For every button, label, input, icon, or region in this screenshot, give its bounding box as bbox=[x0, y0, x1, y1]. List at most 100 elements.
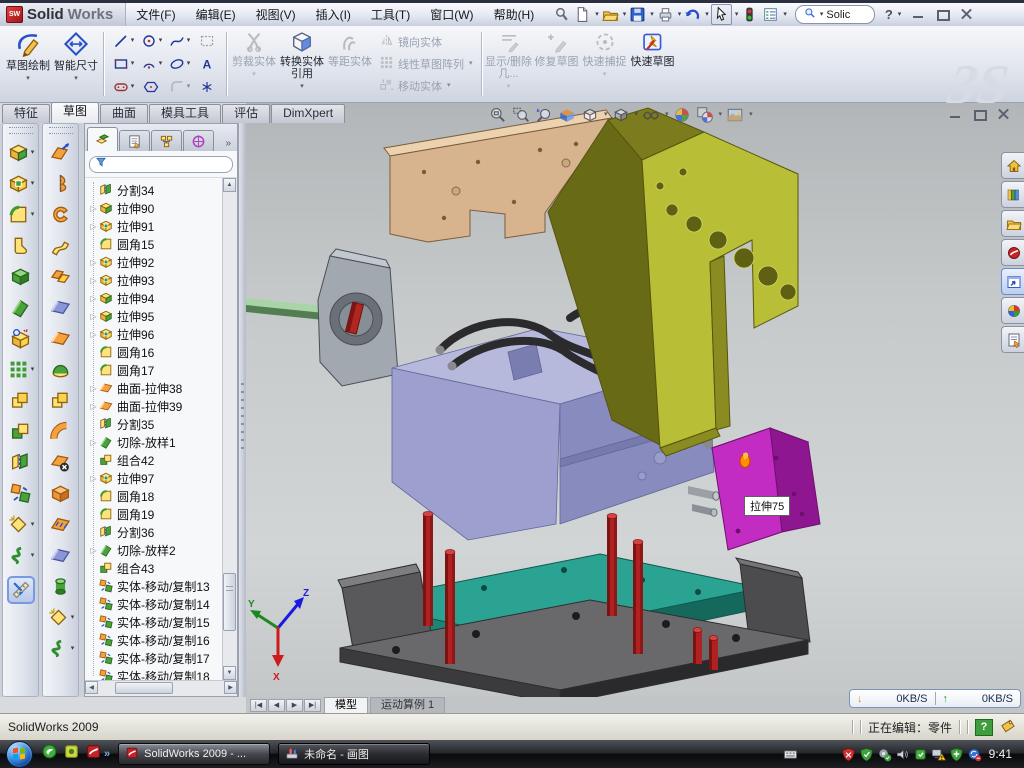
quick-launch-solidworks-icon[interactable] bbox=[85, 743, 102, 765]
tree-item[interactable]: 分割35 bbox=[88, 415, 237, 433]
tree-item[interactable]: ▷ 曲面-拉伸39 bbox=[88, 397, 237, 415]
lofted-boss-icon[interactable] bbox=[9, 265, 32, 288]
undo-icon[interactable] bbox=[683, 5, 702, 24]
doc-close-button[interactable] bbox=[993, 107, 1014, 122]
dropdown-arrow[interactable]: ▾ bbox=[31, 180, 35, 188]
swept-boss-icon[interactable] bbox=[9, 234, 32, 257]
file-explorer-tab[interactable] bbox=[1001, 210, 1024, 237]
extruded-surface-icon[interactable] bbox=[49, 141, 72, 164]
propertymanager-tab[interactable] bbox=[119, 130, 150, 151]
expand-arrow-icon[interactable]: ▷ bbox=[88, 474, 99, 483]
tree-item[interactable]: 实体-移动/复制13 bbox=[88, 577, 237, 595]
help-dropdown-arrow[interactable]: ▾ bbox=[898, 11, 902, 19]
volume-tray-icon[interactable] bbox=[895, 747, 910, 762]
scroll-right-button[interactable]: ▶ bbox=[224, 681, 237, 694]
tree-item[interactable]: ▷ 拉伸90 bbox=[88, 199, 237, 217]
toolbar-grip[interactable] bbox=[9, 127, 33, 134]
toolbar-grip[interactable] bbox=[49, 127, 73, 134]
extruded-boss-icon[interactable] bbox=[7, 141, 30, 164]
planar-surface-icon[interactable] bbox=[49, 327, 72, 350]
tree-item[interactable]: ▷ 切除-放样1 bbox=[88, 433, 237, 451]
surface-curves-icon[interactable] bbox=[47, 637, 70, 660]
tree-item[interactable]: 圆角17 bbox=[88, 361, 237, 379]
scroll-down-button[interactable]: ▼ bbox=[223, 666, 236, 680]
tab-dimxpert[interactable]: DimXpert bbox=[271, 104, 345, 123]
offset-entities-button[interactable]: 等距实体 bbox=[326, 28, 374, 100]
expand-arrow-icon[interactable]: ▷ bbox=[88, 258, 99, 267]
move-entities-button[interactable]: 移动实体 ▾ bbox=[376, 76, 476, 96]
dropdown-arrow[interactable]: ▾ bbox=[705, 11, 709, 19]
sync-tray-icon[interactable] bbox=[967, 747, 982, 762]
solidworks-content-tab[interactable] bbox=[1001, 239, 1024, 266]
view-orientation-icon[interactable] bbox=[580, 105, 600, 125]
tree-item[interactable]: 组合42 bbox=[88, 451, 237, 469]
polygon-icon[interactable] bbox=[142, 78, 160, 96]
hole-wizard-icon[interactable] bbox=[9, 327, 32, 350]
freeform-icon[interactable] bbox=[47, 606, 70, 629]
dimxpertmanager-tab[interactable] bbox=[183, 130, 214, 151]
dropdown-arrow[interactable]: ▾ bbox=[31, 521, 35, 529]
dropdown-arrow[interactable]: ▾ bbox=[131, 60, 135, 68]
spline-icon[interactable] bbox=[168, 32, 186, 50]
tab-mold-tools[interactable]: 模具工具 bbox=[149, 104, 221, 123]
scrollbar-thumb[interactable] bbox=[115, 682, 173, 694]
menu-window[interactable]: 窗口(W) bbox=[420, 8, 483, 22]
expand-arrow-icon[interactable]: ▷ bbox=[88, 546, 99, 555]
sheet-nav-button[interactable]: ◀ bbox=[268, 699, 285, 712]
dropdown-arrow[interactable]: ▾ bbox=[252, 69, 256, 81]
dropdown-arrow[interactable]: ▾ bbox=[187, 60, 191, 68]
ruled-surface-icon[interactable] bbox=[49, 389, 72, 412]
section-view-icon[interactable] bbox=[557, 105, 577, 125]
tree-item[interactable]: ▷ 拉伸95 bbox=[88, 307, 237, 325]
view-palette-tab[interactable] bbox=[1001, 268, 1024, 295]
dropdown-arrow[interactable]: ▾ bbox=[71, 614, 75, 622]
quick-launch-messenger-icon[interactable] bbox=[41, 743, 58, 765]
open-icon[interactable] bbox=[601, 5, 620, 24]
tree-item[interactable]: 圆角19 bbox=[88, 505, 237, 523]
dropdown-arrow[interactable]: ▾ bbox=[635, 111, 639, 119]
expand-arrow-icon[interactable]: ▷ bbox=[88, 204, 99, 213]
expand-arrow-icon[interactable]: ▷ bbox=[88, 312, 99, 321]
taskbar-button[interactable]: SolidWorks 2009 - ... bbox=[118, 743, 270, 765]
help-button[interactable]: ? bbox=[885, 7, 893, 22]
expand-arrow-icon[interactable]: ▷ bbox=[88, 438, 99, 447]
expand-arrow-icon[interactable]: ▷ bbox=[88, 402, 99, 411]
tree-item[interactable]: 分割36 bbox=[88, 523, 237, 541]
dropdown-arrow[interactable]: ▾ bbox=[603, 69, 607, 81]
tree-vertical-scrollbar[interactable]: ▲ ▼ bbox=[222, 178, 237, 680]
dropdown-arrow[interactable]: ▾ bbox=[595, 11, 599, 19]
dropdown-arrow[interactable]: ▾ bbox=[300, 81, 304, 93]
tree-item[interactable]: 圆角15 bbox=[88, 235, 237, 253]
display-style-icon[interactable] bbox=[611, 105, 631, 125]
linear-sketch-pattern-button[interactable]: 线性草图阵列 ▾ bbox=[376, 54, 476, 74]
search-input[interactable]: ▾ Solic bbox=[795, 5, 875, 24]
slot-icon[interactable] bbox=[112, 78, 130, 96]
instant3d-button[interactable] bbox=[7, 576, 35, 604]
expand-arrow-icon[interactable]: ▷ bbox=[88, 222, 99, 231]
document-tab[interactable]: 运动算例 1 bbox=[370, 697, 445, 713]
previous-view-icon[interactable] bbox=[534, 105, 554, 125]
rebuild-icon[interactable] bbox=[740, 5, 759, 24]
tree-item[interactable]: ▷ 拉伸94 bbox=[88, 289, 237, 307]
tree-item[interactable]: 实体-移动/复制17 bbox=[88, 649, 237, 667]
dropdown-arrow[interactable]: ▾ bbox=[507, 81, 511, 93]
configurationmanager-tab[interactable] bbox=[151, 130, 182, 151]
split-body-icon[interactable] bbox=[9, 451, 32, 474]
sketch-text-icon[interactable]: A bbox=[198, 55, 216, 73]
update-tray-icon[interactable] bbox=[877, 747, 892, 762]
trim-surface-icon[interactable] bbox=[49, 544, 72, 567]
minimize-button[interactable] bbox=[908, 7, 929, 22]
defender-tray-icon[interactable] bbox=[949, 747, 964, 762]
smart-dimension-button[interactable]: 智能尺寸 ▾ bbox=[52, 28, 100, 100]
delete-body-icon[interactable] bbox=[7, 513, 30, 536]
tree-item[interactable]: ▷ 曲面-拉伸38 bbox=[88, 379, 237, 397]
circle-icon[interactable] bbox=[140, 32, 158, 50]
tab-sketch[interactable]: 草图 bbox=[51, 102, 99, 123]
rectangle-icon[interactable] bbox=[112, 55, 130, 73]
doc-restore-button[interactable] bbox=[969, 107, 990, 122]
sketch-fillet-icon[interactable] bbox=[168, 78, 186, 96]
part-guide-rod[interactable] bbox=[246, 298, 329, 320]
tree-item[interactable]: ▷ 拉伸92 bbox=[88, 253, 237, 271]
dropdown-arrow[interactable]: ▾ bbox=[31, 552, 35, 560]
appearances-scenes-tab[interactable] bbox=[1001, 297, 1024, 324]
